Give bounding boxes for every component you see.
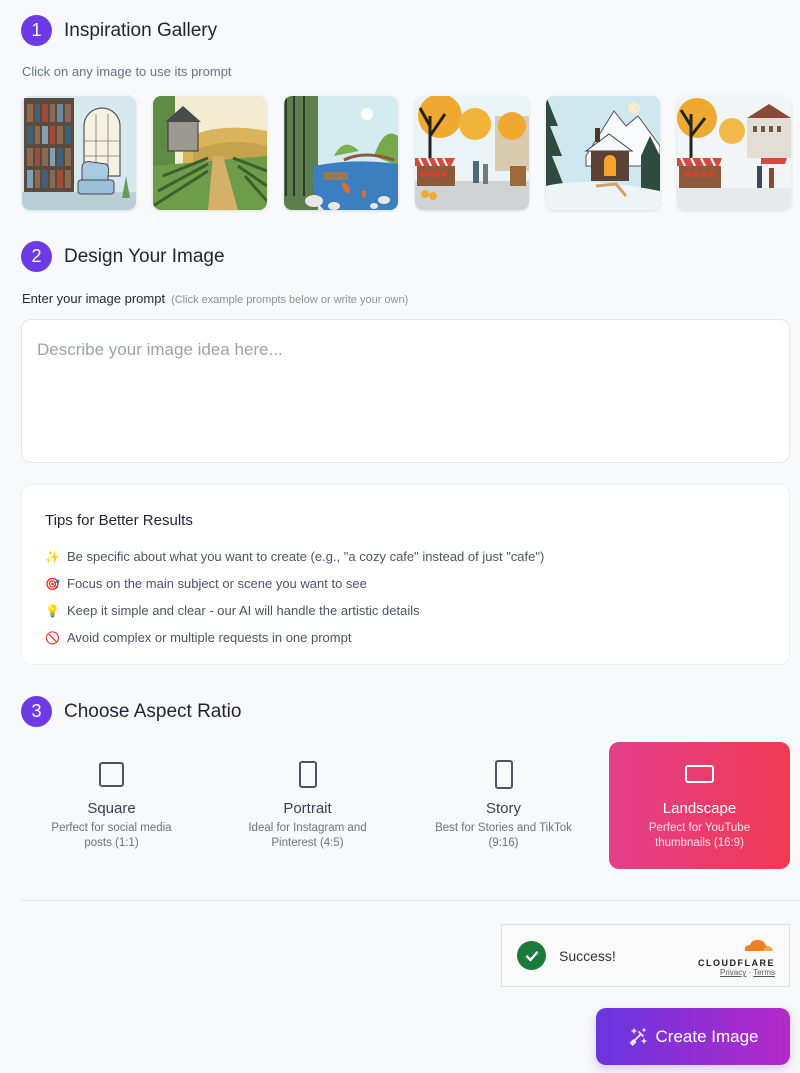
aspect-option-desc: Ideal for Instagram and Pinterest (4:5) (248, 822, 367, 849)
section-title-gallery: Inspiration Gallery (64, 19, 218, 41)
prompt-input[interactable] (21, 319, 790, 463)
aspect-option-name: Portrait (283, 800, 332, 817)
autumn-market-illustration (415, 96, 529, 210)
tips-panel: Tips for Better Results ✨ Be specific ab… (21, 484, 790, 665)
prompt-label-text: Enter your image prompt (22, 291, 166, 306)
aspect-option-portrait[interactable]: Portrait Ideal for Instagram and Pintere… (217, 742, 398, 869)
magic-wand-icon (629, 1027, 647, 1046)
step-badge-2: 2 (21, 241, 52, 272)
landscape-ratio-icon (685, 765, 714, 783)
tip-text: Keep it simple and clear - our AI will h… (67, 603, 420, 618)
create-image-button[interactable]: Create Image (596, 1008, 790, 1065)
gallery-image-koi-pond[interactable] (284, 96, 398, 210)
square-ratio-icon (99, 761, 124, 787)
section-header-gallery: 1 Inspiration Gallery (21, 15, 217, 46)
terms-link[interactable]: Terms (753, 968, 775, 977)
gallery-image-winter-market[interactable] (677, 96, 791, 210)
step-badge-3: 3 (21, 696, 52, 727)
section-title-aspect: Choose Aspect Ratio (64, 700, 242, 722)
tip-item: ✨ Be specific about what you want to cre… (45, 543, 766, 570)
gallery-image-autumn-market[interactable] (415, 96, 529, 210)
tip-text: Focus on the main subject or scene you w… (67, 576, 367, 591)
aspect-ratio-options: Square Perfect for social media posts (1… (21, 742, 790, 869)
captcha-status: Success! (559, 947, 616, 964)
tip-text: Avoid complex or multiple requests in on… (67, 630, 352, 645)
tip-item: 🚫 Avoid complex or multiple requests in … (45, 624, 766, 651)
section-divider (21, 900, 800, 901)
aspect-option-name: Landscape (662, 800, 737, 817)
section-title-design: Design Your Image (64, 245, 225, 267)
tips-title: Tips for Better Results (45, 512, 193, 529)
tip-item: 🎯 Focus on the main subject or scene you… (45, 570, 766, 597)
aspect-option-name: Square (87, 800, 136, 817)
library-illustration (22, 96, 136, 210)
tip-text: Be specific about what you want to creat… (67, 549, 545, 564)
aspect-option-landscape[interactable]: Landscape Perfect for YouTube thumbnails… (609, 742, 790, 869)
privacy-link[interactable]: Privacy (720, 968, 746, 977)
winter-market-illustration (677, 96, 791, 210)
prompt-sublabel: (Click example prompts below or write yo… (171, 294, 409, 306)
aspect-option-story[interactable]: Story Best for Stories and TikTok (9:16) (413, 742, 594, 869)
cloudflare-logo-text: CLOUDFLARE (698, 958, 775, 968)
cloudflare-links: Privacy · Terms (698, 968, 775, 977)
target-icon: 🎯 (45, 576, 60, 591)
section-header-design: 2 Design Your Image (21, 241, 225, 272)
aspect-option-desc: Perfect for YouTube thumbnails (16:9) (648, 822, 751, 849)
aspect-option-name: Story (485, 800, 521, 817)
story-ratio-icon (494, 759, 513, 789)
gallery-image-snowy-cabin[interactable] (546, 96, 660, 210)
captcha-widget[interactable]: Success! CLOUDFLARE Privacy · Terms (501, 924, 790, 987)
cloudflare-branding: CLOUDFLARE Privacy · Terms (698, 936, 775, 977)
section-header-aspect: 3 Choose Aspect Ratio (21, 696, 241, 727)
success-check-icon (517, 941, 546, 970)
snowy-cabin-illustration (546, 96, 660, 210)
create-image-label: Create Image (655, 1026, 759, 1046)
link-separator: · (748, 968, 752, 977)
tip-item: 💡 Keep it simple and clear - our AI will… (45, 597, 766, 624)
prompt-label: Enter your image prompt (Click example pr… (22, 291, 408, 306)
aspect-option-desc: Best for Stories and TikTok (9:16) (435, 822, 572, 849)
gallery-image-vineyard[interactable] (153, 96, 267, 210)
koi-pond-illustration (284, 96, 398, 210)
lightbulb-icon: 💡 (45, 603, 60, 618)
vineyard-illustration (153, 96, 267, 210)
prohibited-icon: 🚫 (45, 630, 60, 645)
aspect-option-square[interactable]: Square Perfect for social media posts (1… (21, 742, 202, 869)
portrait-ratio-icon (298, 760, 317, 788)
gallery-hint: Click on any image to use its prompt (22, 64, 232, 79)
gallery-image-library[interactable] (22, 96, 136, 210)
inspiration-gallery (22, 96, 791, 210)
step-badge-1: 1 (21, 15, 52, 46)
sparkles-icon: ✨ (45, 549, 60, 564)
cloudflare-cloud-icon (744, 939, 773, 951)
aspect-option-desc: Perfect for social media posts (1:1) (51, 822, 172, 849)
